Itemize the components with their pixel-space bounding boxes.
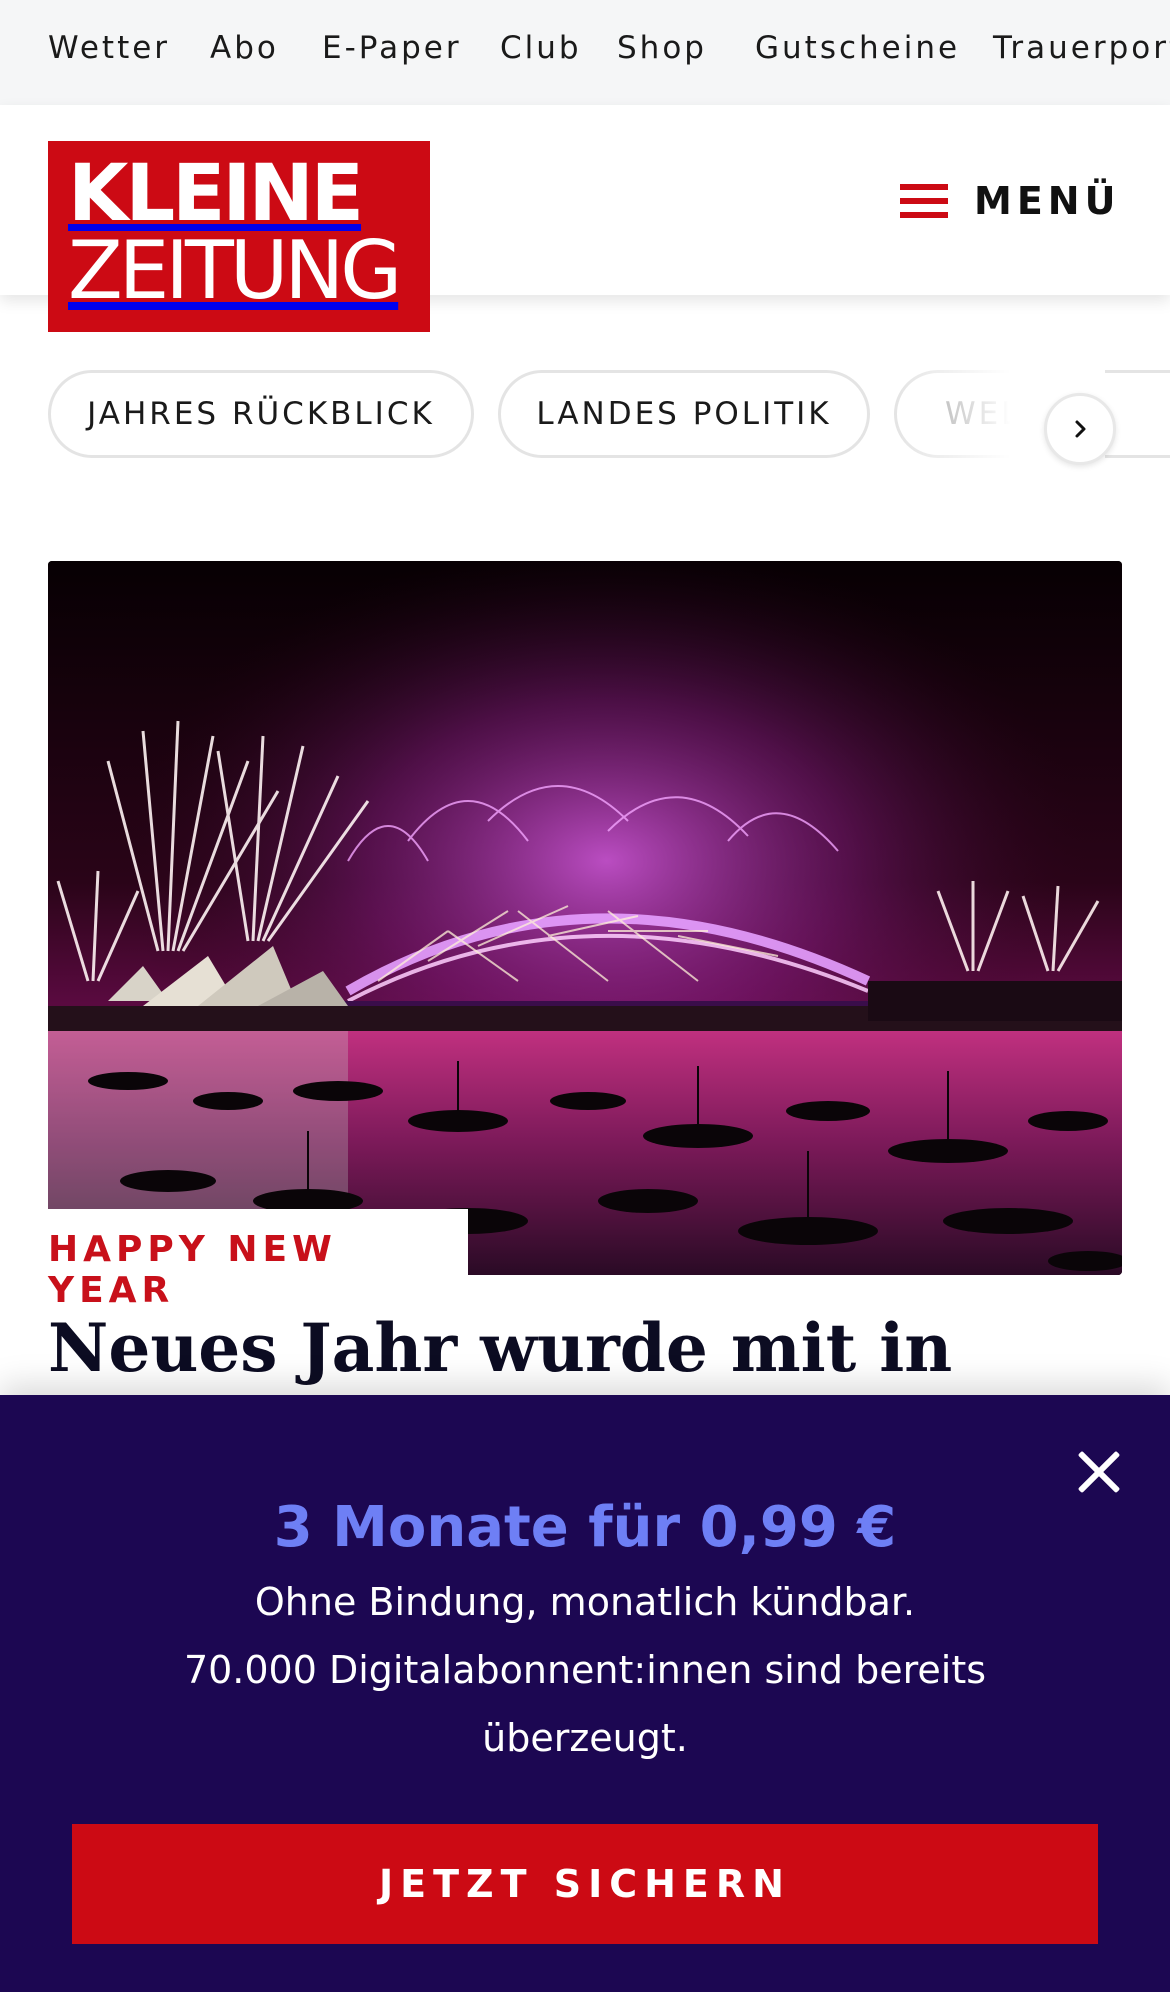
fireworks-image — [48, 561, 1122, 1275]
paywall-line-1: Ohne Bindung, monatlich kündbar. — [254, 1580, 916, 1624]
nav-link-abo[interactable]: Abo — [210, 30, 279, 66]
topic-chips: JAHRES RÜCKBLICK LANDES POLITIK WELT — [0, 368, 1170, 460]
menu-button[interactable]: MENÜ — [900, 171, 1120, 231]
menu-label: MENÜ — [974, 179, 1121, 223]
article-kicker: HAPPY NEW YEAR — [48, 1229, 337, 1311]
nav-link-trauerportal[interactable]: Trauerportal — [993, 30, 1170, 66]
utility-nav: Wetter Abo E-Paper Club Shop Gutscheine … — [0, 0, 1170, 105]
logo-line-1: KLEINE — [68, 149, 364, 239]
hamburger-icon — [900, 184, 948, 218]
nav-link-shop[interactable]: Shop — [617, 30, 707, 66]
article-image[interactable] — [48, 561, 1122, 1275]
paywall-offer: 3 Monate für 0,99 € — [273, 1495, 897, 1560]
site-logo[interactable]: KLEINE ZEITUNG — [48, 141, 430, 332]
nav-link-gutscheine[interactable]: Gutscheine — [755, 30, 960, 66]
nav-link-club[interactable]: Club — [500, 30, 582, 66]
logo-line-2: ZEITUNG — [68, 224, 402, 317]
paywall-line-3: überzeugt. — [482, 1716, 688, 1760]
nav-link-epaper[interactable]: E-Paper — [322, 30, 462, 66]
article-kicker-box: HAPPY NEW YEAR — [48, 1209, 468, 1311]
article-headline[interactable]: Neues Jahr wurde mit in — [48, 1308, 1122, 1388]
nav-link-wetter[interactable]: Wetter — [48, 30, 170, 66]
close-icon[interactable] — [1072, 1445, 1126, 1499]
subscribe-button[interactable]: JETZT SICHERN — [72, 1824, 1098, 1944]
chip-jahresrueckblick[interactable]: JAHRES RÜCKBLICK — [48, 370, 474, 458]
paywall-line-2: 70.000 Digitalabonnent:innen sind bereit… — [183, 1648, 987, 1692]
chip-landespolitik[interactable]: LANDES POLITIK — [498, 370, 870, 458]
chevron-right-icon — [1075, 420, 1086, 438]
site-header: KLEINE ZEITUNG MENÜ — [0, 105, 1170, 332]
chips-next-button[interactable] — [1044, 393, 1116, 465]
